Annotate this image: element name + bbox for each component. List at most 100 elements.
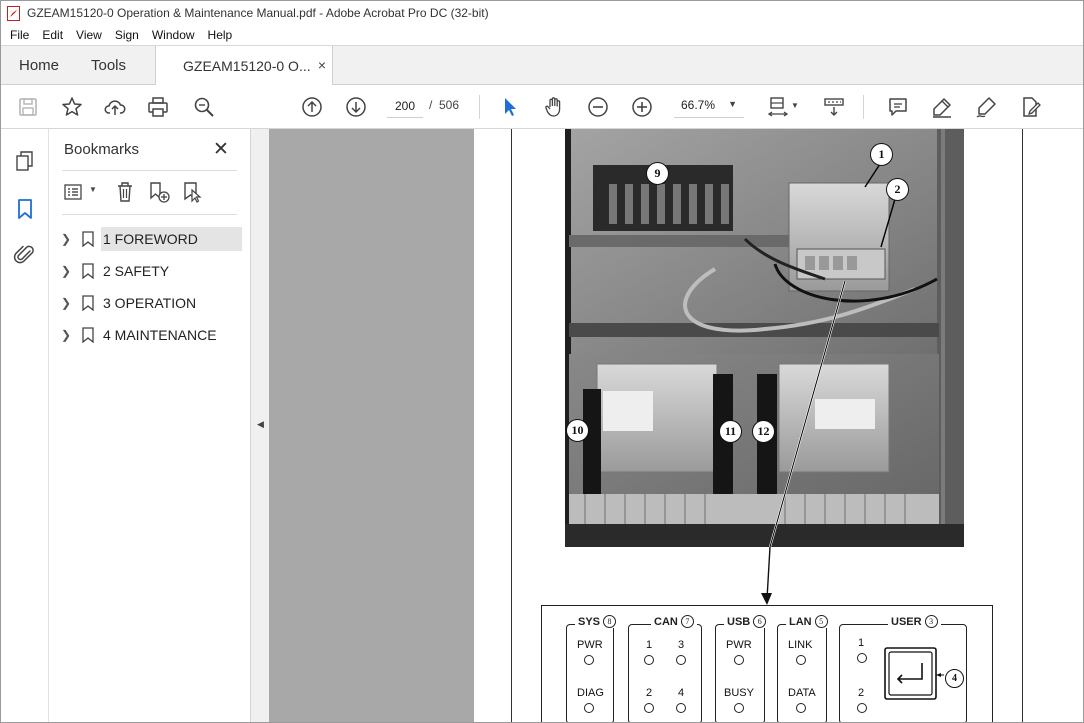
- upload-cloud-icon[interactable]: [102, 94, 128, 120]
- sign-pen-icon[interactable]: [973, 94, 999, 120]
- tab-document-label: GZEAM15120-0 O...: [183, 58, 311, 74]
- page-separator: /: [429, 98, 433, 112]
- led-can-2: [644, 703, 654, 713]
- callout-1: 1: [870, 143, 893, 166]
- previous-page-icon[interactable]: [299, 94, 325, 120]
- menu-sign[interactable]: Sign: [115, 28, 139, 42]
- led-label-usb-busy: BUSY: [724, 687, 754, 699]
- new-bookmark-icon[interactable]: [147, 180, 171, 204]
- menu-file[interactable]: File: [10, 28, 29, 42]
- led-usb-busy: [734, 703, 744, 713]
- led-lan-data: [796, 703, 806, 713]
- status-panel-diagram: SYS 8 PWR DIAG CAN 7 1 3 2 4 USB 6 PWR B…: [541, 605, 993, 722]
- bookmark-label: 3 OPERATION: [103, 294, 197, 311]
- comment-icon[interactable]: [885, 94, 911, 120]
- led-label-can-4: 4: [678, 687, 685, 699]
- save-icon[interactable]: [15, 94, 41, 120]
- callout-7: 7: [680, 615, 694, 628]
- pdf-page: 1 2 9 10 11 12 SYS 8 PWR DIAG CAN 7 1 3 …: [474, 129, 1083, 722]
- led-can-3: [676, 655, 686, 665]
- bookmark-icon: [82, 326, 94, 343]
- group-usb-label: USB: [727, 615, 751, 628]
- menu-edit[interactable]: Edit: [42, 28, 63, 42]
- led-label-diag: DIAG: [577, 687, 604, 699]
- cabinet-photo: 1 2 9 10 11 12: [565, 129, 964, 547]
- bookmark-item-foreword[interactable]: ❯ 1 FOREWORD: [59, 225, 244, 252]
- tab-bar: Home Tools GZEAM15120-0 O... ×: [1, 45, 1083, 86]
- led-lan-link: [796, 655, 806, 665]
- zoom-in-icon[interactable]: [629, 94, 655, 120]
- led-label-link: LINK: [788, 639, 813, 651]
- acrobat-window: GZEAM15120-0 Operation & Maintenance Man…: [0, 0, 1084, 723]
- led-usb-pwr: [734, 655, 744, 665]
- zoom-value: 66.7%: [681, 98, 716, 112]
- zoom-select[interactable]: 66.7% ▼: [674, 94, 744, 118]
- page-thumbnails-icon[interactable]: [13, 149, 37, 173]
- panel-splitter[interactable]: ◀: [250, 129, 269, 722]
- options-menu-icon[interactable]: [63, 180, 87, 204]
- menu-bar: File Edit View Sign Window Help: [1, 25, 1083, 45]
- menu-window[interactable]: Window: [152, 28, 195, 42]
- chevron-down-icon: ▼: [728, 99, 737, 109]
- callout-5: 5: [814, 615, 828, 628]
- edit-pdf-icon[interactable]: [1017, 94, 1043, 120]
- print-icon[interactable]: [145, 94, 171, 120]
- scroll-mode-icon[interactable]: [821, 94, 847, 120]
- chevron-right-icon[interactable]: ❯: [61, 232, 75, 246]
- window-title: GZEAM15120-0 Operation & Maintenance Man…: [27, 6, 489, 20]
- bookmarks-title: Bookmarks: [64, 141, 140, 158]
- bookmark-label: 4 MAINTENANCE: [103, 326, 217, 343]
- toolbar-divider: [863, 95, 864, 119]
- chevron-down-icon[interactable]: ▼: [89, 185, 97, 194]
- bookmark-tag-icon[interactable]: [181, 180, 205, 204]
- group-sys-title: SYS 8: [575, 615, 620, 628]
- bookmark-item-safety[interactable]: ❯ 2 SAFETY: [59, 257, 244, 284]
- tab-close-icon[interactable]: ×: [318, 57, 326, 73]
- bookmark-item-maintenance[interactable]: ❯ 4 MAINTENANCE: [59, 321, 244, 348]
- bookmark-item-operation[interactable]: ❯ 3 OPERATION: [59, 289, 244, 316]
- group-usb-title: USB 6: [724, 615, 770, 628]
- toolbar-divider: [479, 95, 480, 119]
- select-cursor-icon[interactable]: [497, 94, 523, 120]
- zoom-out-icon[interactable]: [585, 94, 611, 120]
- group-lan-label: LAN: [789, 615, 812, 628]
- page-fit-icon[interactable]: [765, 94, 791, 120]
- star-icon[interactable]: [59, 94, 85, 120]
- page-number-input[interactable]: [387, 94, 423, 118]
- menu-help[interactable]: Help: [208, 28, 233, 42]
- bookmark-panel-icon[interactable]: [13, 197, 37, 221]
- group-lan: LAN 5 LINK DATA: [777, 615, 831, 722]
- led-label-pwr: PWR: [577, 639, 603, 651]
- menu-view[interactable]: View: [76, 28, 102, 42]
- tab-document[interactable]: GZEAM15120-0 O... ×: [155, 46, 333, 86]
- led-label-usb-pwr: PWR: [726, 639, 752, 651]
- divider: [62, 170, 237, 171]
- next-page-icon[interactable]: [343, 94, 369, 120]
- bookmarks-panel: Bookmarks ✕ ▼ ❯ 1 FOREWORD ❯ 2 SAFETY ❯ …: [49, 129, 250, 722]
- callout-9: 9: [646, 162, 669, 185]
- chevron-right-icon[interactable]: ❯: [61, 264, 75, 278]
- led-label-can-3: 3: [678, 639, 685, 651]
- tab-home[interactable]: Home: [19, 46, 59, 85]
- divider: [62, 214, 237, 215]
- close-icon[interactable]: ✕: [213, 138, 229, 161]
- title-bar: GZEAM15120-0 Operation & Maintenance Man…: [1, 1, 1083, 25]
- chevron-down-icon[interactable]: ▼: [791, 101, 799, 110]
- highlight-pen-icon[interactable]: [929, 94, 955, 120]
- callout-6: 6: [753, 615, 767, 628]
- led-can-4: [676, 703, 686, 713]
- toolbar: / 506 66.7% ▼ ▼: [1, 85, 1083, 129]
- hand-tool-icon[interactable]: [541, 94, 567, 120]
- chevron-right-icon[interactable]: ❯: [61, 296, 75, 310]
- group-usb: USB 6 PWR BUSY: [715, 615, 770, 722]
- led-user-2: [857, 703, 867, 713]
- attachment-icon[interactable]: [13, 243, 37, 267]
- chevron-right-icon[interactable]: ❯: [61, 328, 75, 342]
- tab-tools[interactable]: Tools: [91, 46, 126, 85]
- page-border-left: [511, 129, 512, 722]
- delete-icon[interactable]: [113, 180, 137, 204]
- group-can-title: CAN 7: [651, 615, 697, 628]
- document-viewport[interactable]: 1 2 9 10 11 12 SYS 8 PWR DIAG CAN 7 1 3 …: [269, 129, 1083, 722]
- collapse-panel-icon[interactable]: ◀: [257, 419, 264, 430]
- find-zoom-icon[interactable]: [191, 94, 217, 120]
